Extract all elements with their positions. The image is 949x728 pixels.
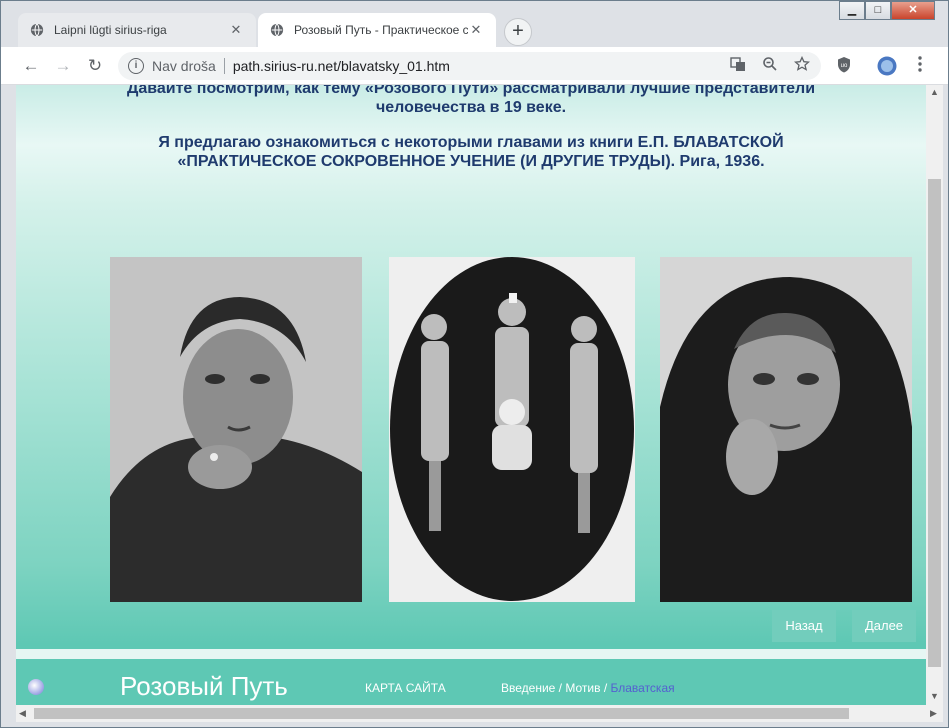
breadcrumb-motive[interactable]: Мотив: [565, 681, 600, 695]
book-reference: Я предлагаю ознакомиться с некоторыми гл…: [158, 134, 784, 151]
forward-button[interactable]: →: [52, 55, 74, 77]
browser-window: Laipni lūgti sirius-riga ✕ Розовый Путь …: [0, 0, 949, 728]
reload-button[interactable]: ↻: [84, 55, 106, 77]
ublock-icon[interactable]: uo: [834, 56, 854, 76]
scroll-up-icon[interactable]: ▲: [930, 87, 939, 97]
minimize-button[interactable]: ▁: [839, 1, 865, 20]
book-reference: «ПРАКТИЧЕСКОЕ СОКРОВЕННОЕ УЧЕНИЕ (И ДРУГ…: [177, 153, 765, 170]
tab-close-icon[interactable]: ✕: [228, 22, 244, 38]
portrait-photo-right: [660, 257, 912, 602]
site-brand[interactable]: Розовый Путь: [120, 671, 288, 702]
tab-strip: Laipni lūgti sirius-riga ✕ Розовый Путь …: [1, 1, 948, 47]
globe-icon: [30, 23, 44, 37]
divider: [16, 649, 926, 659]
site-footer: Розовый Путь КАРТА САЙТА Введение / Моти…: [16, 663, 926, 705]
vertical-scroll-thumb[interactable]: [928, 179, 941, 667]
breadcrumb-intro[interactable]: Введение: [501, 681, 555, 695]
breadcrumb-separator: /: [555, 681, 566, 695]
separator: [223, 58, 225, 74]
breadcrumb-current[interactable]: Блаватская: [611, 681, 675, 695]
browser-toolbar: ← → ↻ i Nav droša path.sirius-ru.net/bla…: [1, 47, 948, 85]
window-controls: ▁ □ ✕: [839, 1, 935, 21]
tab-sirius-riga[interactable]: Laipni lūgti sirius-riga ✕: [18, 13, 256, 47]
intro-line: Давайте посмотрим, как тему «Розового Пу…: [126, 85, 816, 97]
scroll-down-icon[interactable]: ▼: [930, 691, 939, 701]
intro-line: человечества в 19 веке.: [375, 99, 567, 116]
url-text[interactable]: path.sirius-ru.net/blavatsky_01.htm: [233, 58, 450, 74]
next-link[interactable]: Далее: [852, 610, 916, 642]
horizontal-scroll-thumb[interactable]: [34, 708, 849, 719]
svg-text:uo: uo: [841, 63, 848, 69]
close-window-button[interactable]: ✕: [891, 1, 935, 20]
tab-rozovy-put[interactable]: Розовый Путь - Практическое с ✕: [258, 13, 496, 47]
breadcrumb: Введение / Мотив / Блаватская: [501, 681, 675, 695]
scroll-left-icon[interactable]: ◀: [19, 708, 26, 719]
portrait-photo-left: [110, 257, 362, 602]
new-tab-button[interactable]: +: [504, 18, 532, 46]
back-link[interactable]: Назад: [772, 610, 836, 642]
sitemap-link[interactable]: КАРТА САЙТА: [365, 681, 446, 695]
zoom-icon[interactable]: [760, 56, 780, 76]
page-viewport: Давайте посмотрим, как тему «Розового Пу…: [16, 85, 926, 705]
scroll-right-icon[interactable]: ▶: [930, 708, 937, 719]
globe-icon: [270, 23, 284, 37]
group-photo-center: [389, 257, 635, 602]
security-status: Nav droša: [152, 58, 216, 74]
profile-icon[interactable]: [877, 56, 897, 76]
vertical-scrollbar[interactable]: ▲ ▼: [926, 85, 943, 705]
back-button[interactable]: ←: [20, 55, 42, 77]
horizontal-scrollbar[interactable]: ◀ ▶: [16, 705, 943, 722]
breadcrumb-separator: /: [600, 681, 611, 695]
menu-icon[interactable]: [910, 56, 930, 76]
bookmark-star-icon[interactable]: [792, 55, 812, 76]
tab-close-icon[interactable]: ✕: [468, 22, 484, 38]
address-bar[interactable]: i Nav droša path.sirius-ru.net/blavatsky…: [118, 52, 821, 80]
info-icon[interactable]: i: [128, 58, 144, 74]
site-logo-icon[interactable]: [28, 679, 44, 695]
tab-title: Laipni lūgti sirius-riga: [54, 23, 167, 37]
tab-title: Розовый Путь - Практическое с: [294, 23, 468, 37]
maximize-button[interactable]: □: [865, 1, 891, 20]
translate-icon[interactable]: [728, 56, 748, 76]
